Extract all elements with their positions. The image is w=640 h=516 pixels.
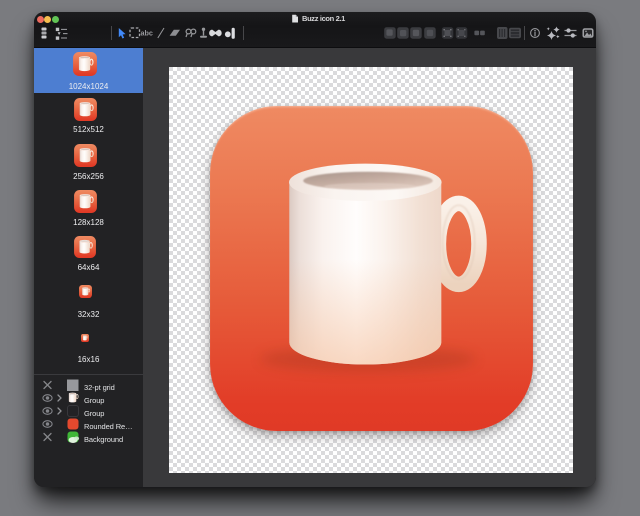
- svg-text:abc: abc: [141, 29, 153, 38]
